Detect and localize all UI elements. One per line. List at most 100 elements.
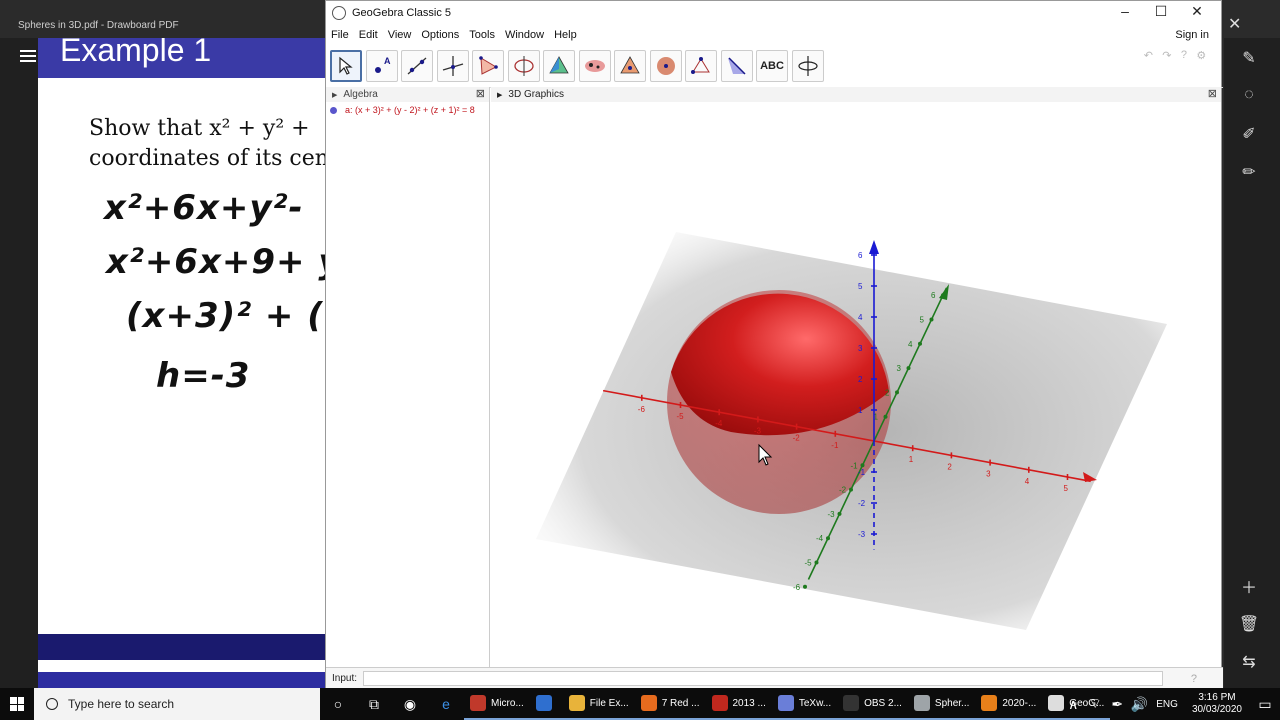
graphics-close-icon[interactable]: ⊠	[1208, 87, 1217, 100]
notifications-icon[interactable]: ▭	[1250, 688, 1280, 720]
drawboard-close-icon[interactable]: ✕	[1228, 14, 1241, 34]
input-help-icon[interactable]: ?	[1191, 673, 1197, 685]
taskbar-app-label: Micro...	[491, 697, 524, 709]
taskbar-app[interactable]: 2020-...	[975, 688, 1043, 720]
taskbar-app[interactable]: 7 Red ...	[634, 688, 706, 720]
circle-tool[interactable]	[507, 50, 540, 82]
taskbar-search[interactable]: Type here to search	[34, 688, 320, 720]
y-axis-tick	[803, 584, 807, 589]
pyramid-tool[interactable]	[543, 50, 575, 82]
algebra-collapse-icon[interactable]: ▶	[332, 91, 337, 99]
taskbar-app-icon	[470, 695, 486, 711]
rotate-view-tool[interactable]	[791, 50, 824, 82]
menu-view[interactable]: View	[383, 29, 417, 41]
perpendicular-tool[interactable]	[436, 50, 469, 82]
tray-chevron-icon[interactable]: ∧	[1062, 688, 1084, 720]
taskbar-app[interactable]: File Ex...	[562, 688, 635, 720]
y-axis-tick	[814, 560, 819, 565]
z-axis-tick-label: -2	[858, 499, 866, 508]
taskbar-app-icon	[711, 695, 728, 711]
menu-file[interactable]: File	[326, 29, 354, 41]
y-axis-tick-label: -2	[839, 486, 847, 495]
z-axis-tick-label: 4	[858, 313, 863, 322]
menu-help[interactable]: Help	[549, 29, 582, 41]
input-field[interactable]	[363, 671, 1164, 686]
network-icon[interactable]: ⌔	[1084, 688, 1106, 720]
move-tool[interactable]	[330, 50, 362, 82]
settings-icon[interactable]: ⚙	[1196, 49, 1206, 85]
point-tool[interactable]: A	[365, 50, 398, 82]
reflect-tool[interactable]	[720, 50, 753, 82]
z-axis-tick-label: -3	[858, 530, 866, 539]
cortana-icon[interactable]: ○	[320, 688, 356, 720]
pen-tool-icon[interactable]: ✎	[1234, 48, 1264, 68]
intersect-tool[interactable]	[649, 50, 682, 82]
menu-window[interactable]: Window	[500, 29, 549, 41]
plane-tool[interactable]	[614, 50, 646, 82]
taskbar-app[interactable]: 2013 ...	[705, 688, 772, 720]
help-icon[interactable]: ?	[1181, 49, 1187, 85]
menu-tools[interactable]: Tools	[464, 29, 500, 41]
taskbar-app-label: Spher...	[934, 697, 970, 709]
y-axis-tick-label: 6	[931, 291, 936, 300]
z-axis-tick-label: 3	[858, 344, 863, 353]
text-tool[interactable]: ABC	[756, 50, 788, 82]
language-indicator[interactable]: ENG	[1150, 699, 1184, 710]
lasso-icon[interactable]: ◌	[1234, 86, 1264, 104]
y-axis-tick-label: -5	[805, 559, 813, 568]
pen-workspace-icon[interactable]: ✒	[1106, 688, 1128, 720]
y-axis-tick	[849, 487, 853, 492]
close-button[interactable]: ✕	[1179, 3, 1215, 20]
graphics-3d-title: 3D Graphics	[508, 89, 564, 100]
redo-icon[interactable]: ↷	[1162, 49, 1171, 85]
minimize-button[interactable]: –	[1107, 3, 1143, 20]
undo-icon[interactable]: ↶	[1144, 49, 1153, 85]
algebra-view-header[interactable]: ▶ Algebra ⊠	[326, 87, 490, 102]
3d-scene[interactable]: -6 -5 -4 -3 -2 -1 1 2 3 4 5 -6 -5 -4 -3 -2 -1 1 2 3 4 5 6 -3 -2 -…	[491, 102, 1221, 667]
start-button[interactable]	[0, 688, 34, 720]
taskbar-app[interactable]: Micro...	[464, 688, 530, 720]
taskbar-app[interactable]: OBS 2...	[837, 688, 908, 720]
svg-text:A: A	[384, 56, 391, 66]
steam-icon[interactable]: ◉	[392, 688, 428, 720]
menu-edit[interactable]: Edit	[354, 29, 383, 41]
rotate-tool[interactable]	[685, 50, 717, 82]
taskbar-app[interactable]	[529, 688, 563, 720]
geogebra-titlebar: GeoGebra Classic 5 – ☐ ✕	[326, 1, 1221, 25]
algebra-view: a: (x + 3)² + (y - 2)² + (z + 1)² = 8	[326, 102, 490, 667]
taskbar-app[interactable]: TeXw...	[771, 688, 838, 720]
sign-in-link[interactable]: Sign in	[1175, 29, 1209, 41]
swap-icon[interactable]: ⇆	[1234, 652, 1264, 672]
visibility-toggle-icon[interactable]	[330, 106, 337, 114]
hamburger-menu-icon[interactable]	[20, 50, 36, 64]
taskbar-app[interactable]: Spher...	[907, 688, 976, 720]
y-axis-tick	[918, 341, 922, 346]
maximize-button[interactable]: ☐	[1143, 3, 1179, 20]
volume-icon[interactable]: 🔊	[1128, 688, 1150, 720]
sphere-tool[interactable]	[578, 50, 611, 82]
clock[interactable]: 3:16 PM 30/03/2020	[1184, 692, 1250, 716]
algebra-close-icon[interactable]: ⊠	[476, 87, 485, 100]
geogebra-title: GeoGebra Classic 5	[352, 7, 452, 19]
graphics-collapse-icon[interactable]: ▶	[497, 91, 502, 99]
task-view-icon[interactable]: ⧉	[356, 688, 392, 720]
trash-icon[interactable]: 🗑	[1234, 614, 1264, 634]
edge-icon[interactable]: e	[428, 688, 464, 720]
windows-logo-icon	[10, 697, 24, 711]
drawboard-right-rail: ✎ ◌ ✐ ✏ ＋ 🗑 ⇆	[1224, 38, 1280, 688]
highlighter-icon[interactable]: ✏	[1234, 162, 1264, 182]
graphics-3d-view[interactable]: -6 -5 -4 -3 -2 -1 1 2 3 4 5 -6 -5 -4 -3 -2 -1 1 2 3 4 5 6 -3 -2 -…	[491, 102, 1221, 667]
marker-icon[interactable]: ✐	[1234, 124, 1264, 144]
line-tool[interactable]	[401, 50, 433, 82]
handwriting-line-3: (x+3)² + (	[126, 296, 324, 336]
search-icon	[46, 698, 58, 710]
y-axis-tick	[906, 366, 911, 371]
graphics-3d-header[interactable]: ▶ 3D Graphics ⊠	[491, 87, 1221, 102]
sphere-a[interactable]	[667, 290, 891, 514]
slide-footer-strip	[38, 672, 330, 688]
add-icon[interactable]: ＋	[1234, 574, 1264, 598]
window-controls: – ☐ ✕	[1107, 3, 1215, 20]
polygon-tool[interactable]	[472, 50, 504, 82]
menu-options[interactable]: Options	[416, 29, 464, 41]
algebra-object-row[interactable]: a: (x + 3)² + (y - 2)² + (z + 1)² = 8	[326, 102, 489, 118]
